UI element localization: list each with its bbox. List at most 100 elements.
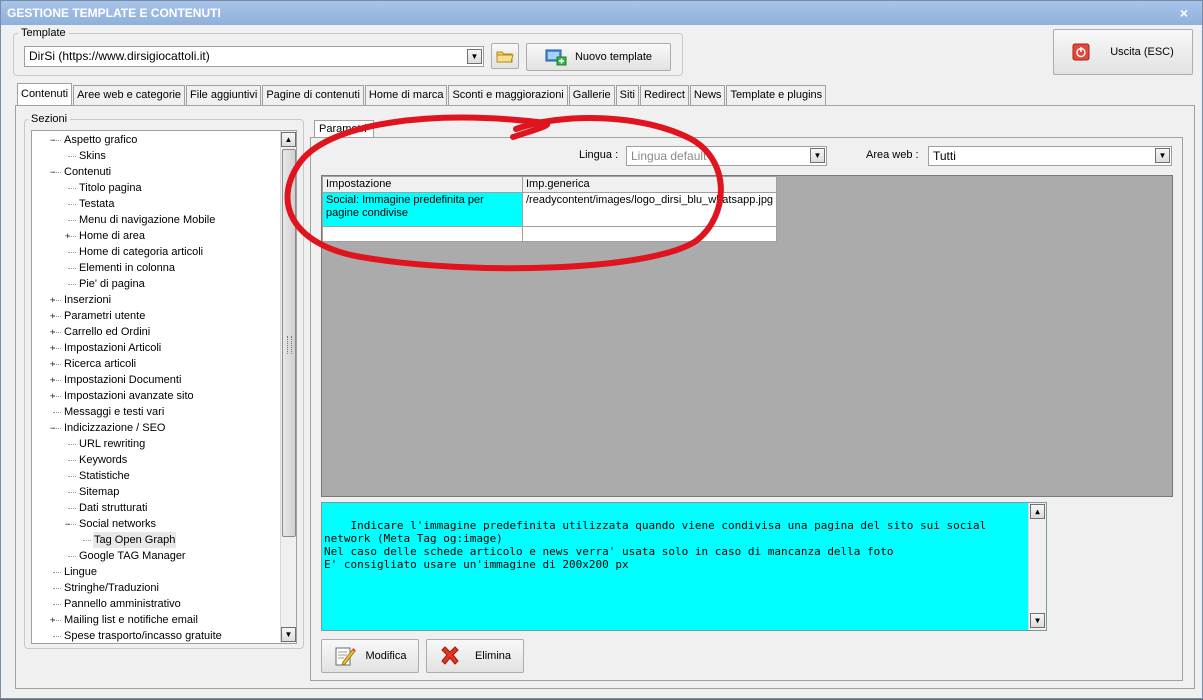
expand-icon[interactable]: + [48,616,57,625]
expand-icon[interactable]: + [48,360,57,369]
chevron-down-icon[interactable]: ▼ [1155,148,1170,163]
tree-item-label: Testata [79,198,115,210]
tree-item-label: Mailing list e notifiche email [64,614,198,626]
tree-item-label: Titolo pagina [79,182,142,194]
tab-template-e-plugins[interactable]: Template e plugins [726,85,827,105]
main-tabs: Contenuti Aree web e categorie File aggiun… [17,83,827,105]
params-tab[interactable]: Parametri [314,120,374,138]
tab-contenuti[interactable]: Contenuti [17,83,73,105]
tree-item[interactable]: − Social networks [32,516,278,532]
collapse-icon[interactable]: − [48,424,57,433]
tree-scroll-thumb[interactable] [282,149,296,537]
new-template-button[interactable]: Nuovo template [526,43,671,71]
sections-tree[interactable]: Spese trasporto/incasso gratuite + Mailing… [31,130,297,644]
tree-item[interactable]: Menu di navigazione Mobile [32,212,278,228]
tree-item[interactable]: + Mailing list e notifiche email [32,612,278,628]
tree-item[interactable]: + Home di area [32,228,278,244]
expand-icon[interactable]: + [63,232,72,241]
tree-item[interactable]: Statistiche [32,468,278,484]
expand-icon[interactable]: + [48,296,57,305]
elimina-button[interactable]: Elimina [426,639,524,673]
tree-item[interactable]: URL rewriting [32,436,278,452]
description-textarea[interactable]: Indicare l'immagine predefinita utilizza… [321,502,1047,631]
tree-item[interactable]: − Aspetto grafico [32,132,278,148]
expand-icon[interactable]: + [48,392,57,401]
folder-icon [496,51,514,63]
tree-item-label: Spese trasporto/incasso gratuite [64,630,222,642]
tree-item[interactable]: Sitemap [32,484,278,500]
tree-item[interactable]: Dati strutturati [32,500,278,516]
tab-pagine-di-contenuti[interactable]: Pagine di contenuti [262,85,364,105]
tree-item[interactable]: Testata [32,196,278,212]
grid-cell-value[interactable] [521,226,778,242]
exit-button[interactable]: Uscita (ESC) [1053,29,1193,75]
chevron-down-icon[interactable]: ▼ [810,148,825,163]
lingua-select[interactable]: Lingua default ▼ [626,146,827,166]
tree-item-label: Stringhe/Traduzioni [64,582,159,594]
scroll-up-icon[interactable]: ▲ [1030,504,1045,519]
tree-item[interactable]: Skins [32,148,278,164]
collapse-icon[interactable]: − [48,136,57,145]
expand-icon[interactable]: + [48,376,57,385]
tree-item[interactable]: Titolo pagina [32,180,278,196]
tree-item[interactable]: Elementi in colonna [32,260,278,276]
settings-grid[interactable]: Impostazione Imp.generica Social: Immagi… [322,176,778,242]
expand-icon[interactable]: + [48,344,57,353]
grid-header-imp-generica[interactable]: Imp.generica [521,176,778,193]
tab-redirect[interactable]: Redirect [639,85,689,105]
tree-item-label: Keywords [79,454,128,466]
scroll-down-icon[interactable]: ▼ [1030,613,1045,628]
template-select[interactable]: DirSi (https://www.dirsigiocattoli.it) ▼ [24,46,484,67]
template-select-value: DirSi (https://www.dirsigiocattoli.it) [29,49,210,63]
tree-item[interactable]: Home di categoria articoli [32,244,278,260]
scroll-up-icon[interactable]: ▲ [281,132,296,147]
chevron-down-icon[interactable]: ▼ [467,49,482,64]
tree-item[interactable]: Pie' di pagina [32,276,278,292]
description-scrollbar[interactable]: ▲ ▼ [1028,503,1046,630]
tree-item[interactable]: + Impostazioni Articoli [32,340,278,356]
tab-sconti-e-maggiorazioni[interactable]: Sconti e maggiorazioni [448,85,568,105]
tree-item-label: Elementi in colonna [79,262,176,274]
open-folder-button[interactable] [491,43,519,69]
area-select[interactable]: Tutti ▼ [928,146,1172,166]
grid-cell-setting[interactable] [322,226,523,242]
tree-item[interactable]: Tag Open Graph [32,532,278,548]
expand-icon[interactable]: + [48,328,57,337]
tree-item[interactable]: + Inserzioni [32,292,278,308]
tree-scrollbar[interactable]: ▲ ▼ [280,131,296,643]
tab-file-aggiuntivi[interactable]: File aggiuntivi [186,85,262,105]
table-row[interactable]: Social: Immagine predefinita per pagine … [322,192,778,227]
tree-item[interactable]: − Contenuti [32,164,278,180]
close-icon[interactable]: × [1176,1,1192,25]
grid-cell-value[interactable]: /readycontent/images/logo_dirsi_blu_what… [521,192,778,227]
tab-gallerie[interactable]: Gallerie [568,85,615,105]
tab-aree-web-e-categorie[interactable]: Aree web e categorie [73,85,186,105]
tree-item[interactable]: − Indicizzazione / SEO [32,420,278,436]
tree-item[interactable]: + Parametri utente [32,308,278,324]
scroll-down-icon[interactable]: ▼ [281,627,296,642]
grid-header-impostazione[interactable]: Impostazione [322,176,523,193]
collapse-icon[interactable]: − [63,520,72,529]
tree-item[interactable]: + Carrello ed Ordini [32,324,278,340]
tab-siti[interactable]: Siti [615,85,639,105]
tree-item[interactable]: Lingue [32,564,278,580]
tree-item[interactable]: Google TAG Manager [32,548,278,564]
expand-icon[interactable]: + [48,312,57,321]
tab-home-di-marca[interactable]: Home di marca [364,85,448,105]
tree-item-label: Google TAG Manager [79,550,186,562]
tree-item[interactable]: + Impostazioni avanzate sito [32,388,278,404]
tree-item[interactable]: Keywords [32,452,278,468]
modifica-button[interactable]: Modifica [321,639,419,673]
tree-item[interactable]: + Impostazioni Documenti [32,372,278,388]
collapse-icon[interactable]: − [48,168,57,177]
tree-item[interactable]: + Ricerca articoli [32,356,278,372]
table-row[interactable] [322,226,778,242]
grid-cell-setting[interactable]: Social: Immagine predefinita per pagine … [322,192,523,227]
tree-item[interactable]: Messaggi e testi vari [32,404,278,420]
tab-news[interactable]: News [689,85,726,105]
tree-line [68,476,76,477]
tree-item[interactable]: Pannello amministrativo [32,596,278,612]
tree-item-label: Inserzioni [64,294,112,306]
tree-item[interactable]: Spese trasporto/incasso gratuite [32,628,278,643]
tree-item[interactable]: Stringhe/Traduzioni [32,580,278,596]
